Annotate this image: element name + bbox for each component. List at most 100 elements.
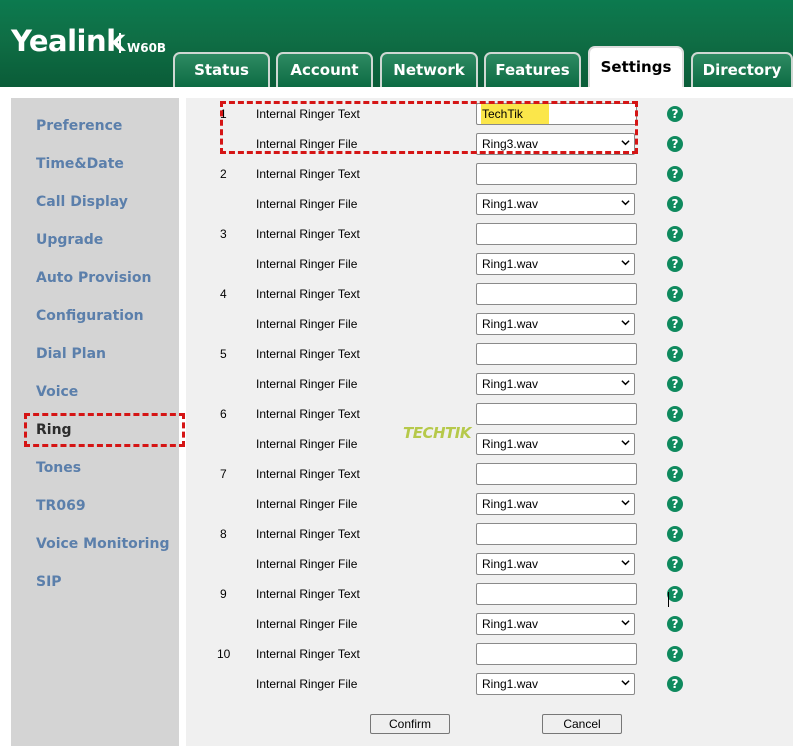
ringer-file-label: Internal Ringer File bbox=[256, 437, 358, 451]
ringer-file-select[interactable]: Ring1.wav bbox=[476, 673, 635, 695]
ringer-text-input[interactable] bbox=[476, 643, 637, 665]
ringer-file-label: Internal Ringer File bbox=[256, 497, 358, 511]
header-bar: Yealink W60B Status Account Network Feat… bbox=[0, 0, 793, 87]
ringer-file-value: Ring1.wav bbox=[482, 197, 539, 211]
ringer-text-input[interactable] bbox=[476, 583, 637, 605]
ringer-text-label: Internal Ringer Text bbox=[256, 467, 360, 481]
sidebar-item-dial-plan[interactable]: Dial Plan bbox=[36, 346, 106, 362]
help-icon[interactable]: ? bbox=[667, 646, 683, 662]
help-icon[interactable]: ? bbox=[667, 466, 683, 482]
ringer-text-row: 9 Internal Ringer Text ? bbox=[186, 579, 793, 609]
ringer-file-select[interactable]: Ring1.wav bbox=[476, 313, 635, 335]
confirm-button[interactable]: Confirm bbox=[370, 714, 450, 734]
sidebar-item-tones[interactable]: Tones bbox=[36, 460, 81, 476]
sidebar-item-auto-provision[interactable]: Auto Provision bbox=[36, 270, 151, 286]
help-icon[interactable]: ? bbox=[667, 106, 683, 122]
ringer-text-row: 3 Internal Ringer Text ? bbox=[186, 219, 793, 249]
ringer-1-highlight-box bbox=[220, 101, 638, 154]
sidebar-item-upgrade[interactable]: Upgrade bbox=[36, 232, 103, 248]
help-icon[interactable]: ? bbox=[667, 526, 683, 542]
ringer-text-input[interactable] bbox=[476, 163, 637, 185]
sidebar-item-preference[interactable]: Preference bbox=[36, 118, 122, 134]
help-icon[interactable]: ? bbox=[667, 166, 683, 182]
ringer-text-input[interactable] bbox=[476, 343, 637, 365]
ringer-text-label: Internal Ringer Text bbox=[256, 347, 360, 361]
ringer-file-value: Ring1.wav bbox=[482, 497, 539, 511]
ringer-file-value: Ring1.wav bbox=[482, 377, 539, 391]
help-icon[interactable]: ? bbox=[667, 436, 683, 452]
ring-highlight-box bbox=[24, 413, 185, 447]
chevron-down-icon bbox=[621, 560, 630, 566]
text-cursor bbox=[668, 592, 669, 607]
ringer-number: 8 bbox=[220, 527, 227, 541]
ringer-file-select[interactable]: Ring1.wav bbox=[476, 613, 635, 635]
help-icon[interactable]: ? bbox=[667, 346, 683, 362]
tab-settings[interactable]: Settings bbox=[588, 46, 684, 87]
ringer-file-select[interactable]: Ring1.wav bbox=[476, 193, 635, 215]
chevron-down-icon bbox=[621, 200, 630, 206]
tab-status[interactable]: Status bbox=[173, 52, 270, 87]
help-icon[interactable]: ? bbox=[667, 616, 683, 632]
ringer-file-row: Internal Ringer File Ring1.wav ? bbox=[186, 309, 793, 339]
ringer-file-select[interactable]: Ring1.wav bbox=[476, 493, 635, 515]
help-icon[interactable]: ? bbox=[667, 406, 683, 422]
ringer-file-label: Internal Ringer File bbox=[256, 197, 358, 211]
sidebar-item-voice[interactable]: Voice bbox=[36, 384, 78, 400]
sidebar-item-call-display[interactable]: Call Display bbox=[36, 194, 128, 210]
chevron-down-icon bbox=[621, 380, 630, 386]
chevron-down-icon bbox=[621, 620, 630, 626]
ringer-file-row: Internal Ringer File Ring1.wav ? bbox=[186, 189, 793, 219]
tab-features[interactable]: Features bbox=[484, 52, 581, 87]
sidebar-item-voice-monitoring[interactable]: Voice Monitoring bbox=[36, 536, 169, 552]
chevron-down-icon bbox=[621, 440, 630, 446]
ringer-number: 5 bbox=[220, 347, 227, 361]
cancel-button[interactable]: Cancel bbox=[542, 714, 622, 734]
ringer-text-label: Internal Ringer Text bbox=[256, 227, 360, 241]
ringer-file-value: Ring1.wav bbox=[482, 557, 539, 571]
ringer-text-input[interactable] bbox=[476, 223, 637, 245]
help-icon[interactable]: ? bbox=[667, 286, 683, 302]
ringer-text-input[interactable] bbox=[476, 463, 637, 485]
ringer-number: 2 bbox=[220, 167, 227, 181]
help-icon[interactable]: ? bbox=[667, 376, 683, 392]
help-icon[interactable]: ? bbox=[667, 556, 683, 572]
ringer-file-value: Ring1.wav bbox=[482, 437, 539, 451]
ringer-file-select[interactable]: Ring1.wav bbox=[476, 373, 635, 395]
yealink-logo: Yealink bbox=[11, 24, 125, 58]
ring-settings-panel: 1 Internal Ringer Text TechTik ? Interna… bbox=[186, 98, 793, 746]
sidebar-item-time-date[interactable]: Time&Date bbox=[36, 156, 124, 172]
help-icon[interactable]: ? bbox=[667, 586, 683, 602]
ringer-text-input[interactable] bbox=[476, 403, 637, 425]
ringer-text-input[interactable] bbox=[476, 283, 637, 305]
chevron-down-icon bbox=[621, 320, 630, 326]
help-icon[interactable]: ? bbox=[667, 196, 683, 212]
sidebar-item-configuration[interactable]: Configuration bbox=[36, 308, 144, 324]
ringer-number: 6 bbox=[220, 407, 227, 421]
tab-network[interactable]: Network bbox=[380, 52, 478, 87]
help-icon[interactable]: ? bbox=[667, 136, 683, 152]
chevron-down-icon bbox=[621, 260, 630, 266]
sidebar-item-tr069[interactable]: TR069 bbox=[36, 498, 86, 514]
ringer-text-label: Internal Ringer Text bbox=[256, 587, 360, 601]
help-icon[interactable]: ? bbox=[667, 316, 683, 332]
tab-directory[interactable]: Directory bbox=[691, 52, 793, 87]
tab-account[interactable]: Account bbox=[276, 52, 373, 87]
ringer-number: 9 bbox=[220, 587, 227, 601]
ringer-text-label: Internal Ringer Text bbox=[256, 647, 360, 661]
ringer-file-select[interactable]: Ring1.wav bbox=[476, 433, 635, 455]
ringer-text-row: 5 Internal Ringer Text ? bbox=[186, 339, 793, 369]
help-icon[interactable]: ? bbox=[667, 256, 683, 272]
help-icon[interactable]: ? bbox=[667, 226, 683, 242]
techtik-watermark: TECHTIK bbox=[403, 424, 471, 442]
ringer-file-row: Internal Ringer File Ring1.wav ? bbox=[186, 609, 793, 639]
ringer-file-select[interactable]: Ring1.wav bbox=[476, 253, 635, 275]
ringer-file-label: Internal Ringer File bbox=[256, 317, 358, 331]
ringer-file-label: Internal Ringer File bbox=[256, 257, 358, 271]
ringer-file-select[interactable]: Ring1.wav bbox=[476, 553, 635, 575]
chevron-down-icon bbox=[621, 680, 630, 686]
ringer-text-input[interactable] bbox=[476, 523, 637, 545]
ringer-number: 10 bbox=[217, 647, 231, 661]
help-icon[interactable]: ? bbox=[667, 496, 683, 512]
help-icon[interactable]: ? bbox=[667, 676, 683, 692]
sidebar-item-sip[interactable]: SIP bbox=[36, 574, 62, 590]
